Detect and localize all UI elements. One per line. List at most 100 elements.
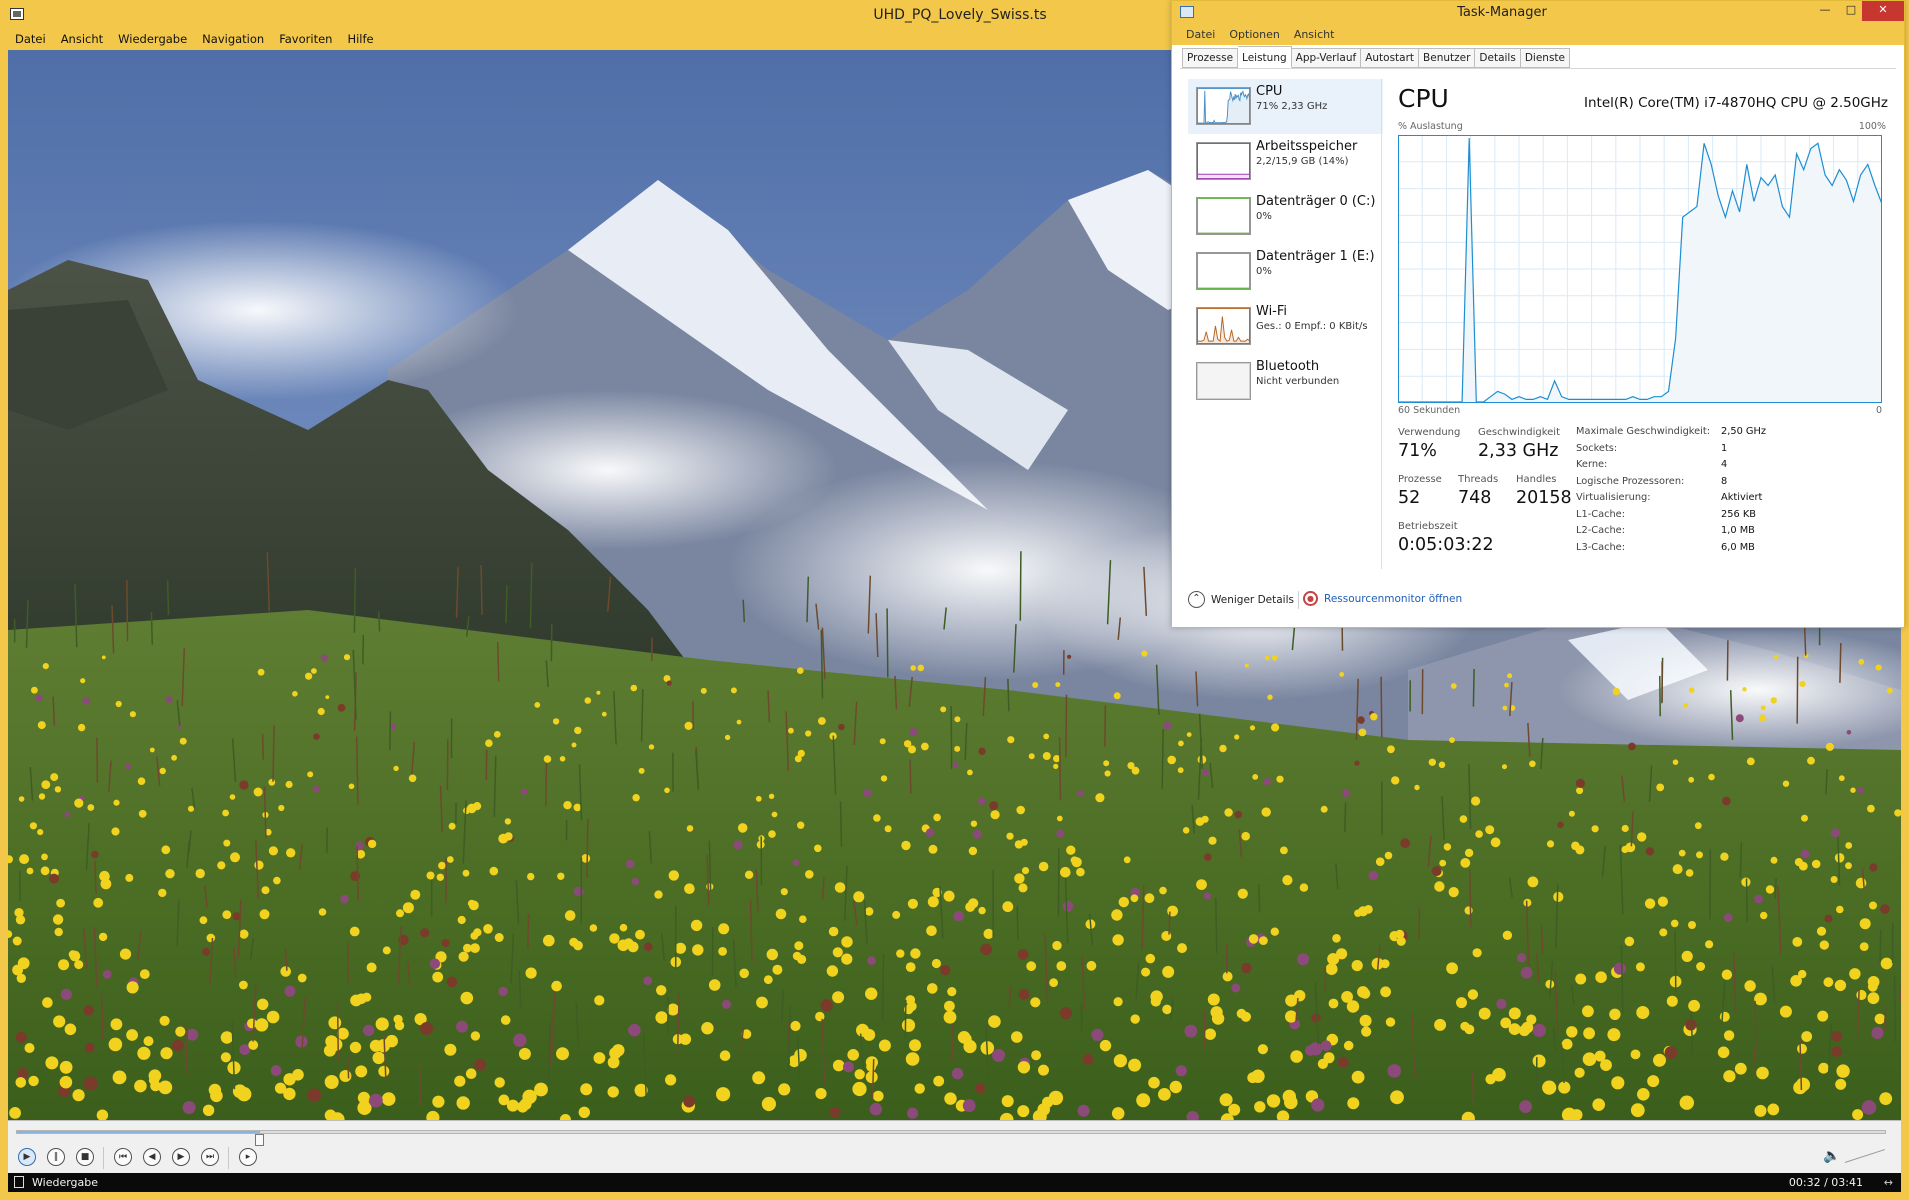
player-menu-navigation[interactable]: Navigation (195, 30, 272, 48)
resource-item-summary: 71% 2,33 GHz (1256, 101, 1328, 112)
stat-usage-value: 71% (1398, 441, 1437, 461)
stat-speed-label: Geschwindigkeit (1478, 427, 1561, 438)
graph-y-axis-max: 100% (1858, 121, 1886, 132)
resource-item-bluetooth[interactable]: Bluetooth Nicht verbunden (1188, 354, 1383, 409)
cpu-model-name: Intel(R) Core(TM) i7-4870HQ CPU @ 2.50GH… (1584, 95, 1888, 111)
resource-monitor-link[interactable]: ● Ressourcenmonitor öffnen (1303, 591, 1462, 606)
stop-icon: ■ (76, 1148, 94, 1166)
skip-forward-icon: ⏭ (201, 1148, 219, 1166)
volume-slider[interactable] (1845, 1147, 1887, 1165)
resource-monitor-icon: ● (1303, 591, 1318, 606)
tab-app-verlauf[interactable]: App-Verlauf (1291, 48, 1362, 68)
cpu-detail-value: 1,0 MB (1721, 525, 1755, 536)
footer-divider (1298, 591, 1299, 609)
cpu-thumbnail (1196, 87, 1251, 125)
player-menu-favoriten[interactable]: Favoriten (272, 30, 340, 48)
player-menu-datei[interactable]: Datei (8, 30, 54, 48)
cpu-detail-row: L2-Cache: 1,0 MB (1576, 525, 1766, 542)
resource-item-datentr-ger-1-e[interactable]: Datenträger 1 (E:) 0% (1188, 244, 1383, 299)
datentr-ger-1-e-thumbnail (1196, 252, 1251, 290)
resource-item-name: Bluetooth (1256, 359, 1320, 374)
player-menu-hilfe[interactable]: Hilfe (340, 30, 381, 48)
stat-usage-label: Verwendung (1398, 427, 1461, 438)
seek-bar[interactable] (16, 1130, 1886, 1146)
resource-item-cpu[interactable]: CPU 71% 2,33 GHz (1188, 79, 1383, 134)
frame-step-icon: ▸ (239, 1148, 257, 1166)
arbeitsspeicher-thumbnail (1196, 142, 1251, 180)
taskmgr-menu-optionen[interactable]: Optionen (1229, 24, 1279, 45)
taskmgr-titlebar[interactable]: Task-Manager — □ ✕ (1172, 1, 1904, 24)
fewer-details-link[interactable]: ⌃ Weniger Details (1188, 591, 1294, 608)
datentr-ger-0-c-thumbnail (1196, 197, 1251, 235)
tab-details[interactable]: Details (1475, 48, 1521, 68)
resource-item-wi-fi[interactable]: Wi-Fi Ges.: 0 Empf.: 0 KBit/s (1188, 299, 1383, 354)
stat-handles-value: 20158 (1516, 488, 1572, 508)
close-button[interactable]: ✕ (1862, 1, 1904, 21)
cpu-detail-value: 8 (1721, 475, 1728, 487)
control-separator (228, 1147, 229, 1169)
stat-usage: Verwendung 71% (1398, 427, 1460, 461)
cpu-detail-key: L3-Cache: (1576, 541, 1625, 553)
taskmgr-menubar: Datei Optionen Ansicht (1172, 24, 1904, 45)
previous-button[interactable]: ⏮ (110, 1145, 136, 1169)
play-button[interactable]: ▶ (14, 1145, 40, 1169)
resize-icon[interactable]: ↔ (1884, 1176, 1893, 1189)
bluetooth-thumbnail (1196, 362, 1251, 400)
stop-button[interactable]: ■ (72, 1145, 98, 1169)
volume-icon[interactable]: 🔈 (1823, 1148, 1840, 1164)
next-button[interactable]: ⏭ (197, 1145, 223, 1169)
tab-benutzer[interactable]: Benutzer (1419, 48, 1476, 68)
cpu-detail-value: 6,0 MB (1721, 541, 1755, 553)
tab-dienste[interactable]: Dienste (1520, 48, 1570, 68)
pause-button[interactable]: ‖ (43, 1145, 69, 1169)
stat-threads-label: Threads (1458, 474, 1499, 485)
cpu-detail-row: Maximale Geschwindigkeit: 2,50 GHz (1576, 426, 1766, 443)
taskmgr-window-title: Task-Manager (1457, 5, 1547, 20)
wi-fi-thumbnail (1196, 307, 1251, 345)
cpu-detail-row: L3-Cache: 6,0 MB (1576, 542, 1766, 559)
cpu-detail-key: L1-Cache: (1576, 508, 1625, 520)
seek-bar-progress (17, 1131, 260, 1133)
cpu-detail-key: L2-Cache: (1576, 525, 1625, 536)
cpu-detail-key: Sockets: (1576, 442, 1618, 454)
taskmgr-menu-datei[interactable]: Datei (1186, 24, 1215, 45)
player-controls: ▶ ‖ ■ ⏮ ◀ ▶ ⏭ ▸ 🔈 (8, 1120, 1901, 1173)
chevron-up-icon: ⌃ (1188, 591, 1205, 608)
resource-monitor-label: Ressourcenmonitor öffnen (1324, 592, 1463, 605)
cpu-detail-value: 1 (1721, 442, 1728, 454)
resource-item-summary: 0% (1256, 211, 1272, 222)
pause-icon: ‖ (47, 1148, 65, 1166)
maximize-button[interactable]: □ (1838, 1, 1864, 21)
playback-time: 00:32 / 03:41 (1788, 1176, 1863, 1189)
player-menu-ansicht[interactable]: Ansicht (54, 30, 111, 48)
resource-item-summary: 0% (1256, 266, 1272, 277)
stat-uptime: Betriebszeit 0:05:03:22 (1398, 521, 1494, 555)
tab-leistung[interactable]: Leistung (1238, 46, 1292, 68)
graph-y-axis-label: % Auslastung (1398, 121, 1463, 132)
resource-item-name: CPU (1256, 84, 1283, 99)
graph-x-axis-end: 0 (1875, 405, 1882, 416)
cpu-detail-value: 4 (1721, 459, 1728, 470)
resource-item-name: Datenträger 0 (C:) (1256, 194, 1376, 209)
tab-prozesse[interactable]: Prozesse (1182, 48, 1239, 68)
resource-item-name: Wi-Fi (1256, 304, 1288, 319)
taskmgr-menu-ansicht[interactable]: Ansicht (1294, 24, 1335, 45)
stat-handles: Handles 20158 (1516, 474, 1572, 508)
minimize-button[interactable]: — (1812, 1, 1838, 21)
cpu-details-table: Maximale Geschwindigkeit: 2,50 GHz Sockets… (1576, 426, 1766, 558)
resource-item-summary: Nicht verbunden (1256, 376, 1340, 387)
resource-item-arbeitsspeicher[interactable]: Arbeitsspeicher 2,2/15,9 GB (14%) (1188, 134, 1383, 189)
cpu-detail-key: Virtualisierung: (1576, 492, 1651, 503)
graph-x-axis-label: 60 Sekunden (1398, 405, 1461, 416)
forward-icon: ▶ (172, 1148, 190, 1166)
resource-item-datentr-ger-0-c[interactable]: Datenträger 0 (C:) 0% (1188, 189, 1383, 244)
cpu-detail-key: Maximale Geschwindigkeit: (1576, 426, 1711, 437)
stat-uptime-label: Betriebszeit (1398, 521, 1458, 532)
frame-step-button[interactable]: ▸ (235, 1145, 261, 1169)
forward-button[interactable]: ▶ (168, 1145, 194, 1169)
tab-autostart[interactable]: Autostart (1361, 48, 1420, 68)
rewind-button[interactable]: ◀ (139, 1145, 165, 1169)
cpu-detail-key: Logische Prozessoren: (1576, 475, 1685, 487)
player-menu-wiedergabe[interactable]: Wiedergabe (111, 30, 195, 48)
file-icon (14, 1176, 24, 1188)
